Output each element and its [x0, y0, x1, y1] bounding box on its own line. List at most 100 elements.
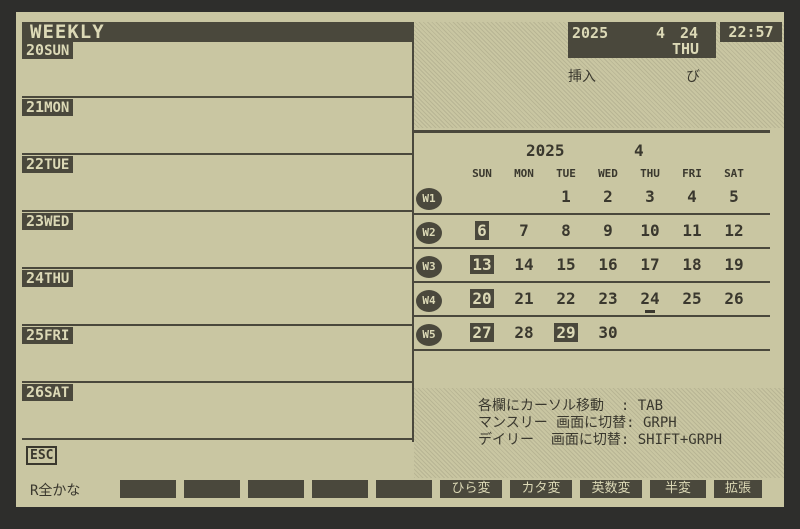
- day-label: 21MON: [22, 99, 74, 116]
- calendar-day-number: 1: [561, 187, 571, 206]
- week-separator: [414, 247, 770, 249]
- function-key-9[interactable]: 半変: [650, 480, 706, 498]
- week-separator: [414, 349, 770, 351]
- week-badge[interactable]: W3: [416, 256, 442, 278]
- calendar-day[interactable]: 5: [714, 187, 754, 207]
- calendar-day-number: 28: [514, 323, 534, 342]
- function-key-6[interactable]: ひら変: [440, 480, 502, 498]
- day-number: 23: [26, 212, 45, 230]
- day-of-week: SAT: [44, 385, 70, 401]
- calendar-day[interactable]: 30: [588, 323, 628, 343]
- calendar-day-number: 9: [603, 221, 613, 240]
- week-badge[interactable]: W4: [416, 290, 442, 312]
- calendar-day-number: 6: [475, 221, 489, 240]
- day-number: 26: [26, 383, 45, 401]
- day-row-wed[interactable]: 23WED: [22, 213, 412, 269]
- week-badge[interactable]: W5: [416, 324, 442, 346]
- calendar-day[interactable]: 16: [588, 255, 628, 275]
- calendar-day[interactable]: 10: [630, 221, 670, 241]
- calendar-day[interactable]: 26: [714, 289, 754, 309]
- calendar-day[interactable]: 8: [546, 221, 586, 241]
- function-key-10[interactable]: 拡張: [714, 480, 762, 498]
- day-row-sun[interactable]: 20SUN: [22, 42, 412, 98]
- day-number: 22: [26, 155, 45, 173]
- calendar-day[interactable]: 9: [588, 221, 628, 241]
- calendar-day-number: 14: [514, 255, 534, 274]
- calendar-day-number: 27: [470, 323, 494, 342]
- monthly-calendar: 2025 4 SUN MON TUE WED THU FRI SAT W1 1 2 3 4 5 W2 6 7 8…: [414, 130, 770, 391]
- weekday-header-sun: SUN: [472, 167, 492, 180]
- calendar-day[interactable]: 27: [462, 323, 502, 343]
- week-badge[interactable]: W1: [416, 188, 442, 210]
- function-key-3[interactable]: [248, 480, 304, 498]
- calendar-day-number: 20: [470, 289, 494, 308]
- function-key-5[interactable]: [376, 480, 432, 498]
- calendar-month: 4: [634, 141, 644, 160]
- calendar-day-number: 12: [724, 221, 744, 240]
- day-row-tue[interactable]: 22TUE: [22, 156, 412, 212]
- calendar-day[interactable]: 17: [630, 255, 670, 275]
- calendar-day[interactable]: 23: [588, 289, 628, 309]
- input-mode-label: R全かな: [30, 483, 81, 499]
- calendar-day[interactable]: 13: [462, 255, 502, 275]
- function-key-4[interactable]: [312, 480, 368, 498]
- calendar-day[interactable]: 3: [630, 187, 670, 207]
- current-date: 2025 4 24 THU: [568, 22, 716, 58]
- input-mode-indicator: び: [686, 69, 700, 85]
- calendar-day[interactable]: 22: [546, 289, 586, 309]
- current-month: 4: [656, 24, 666, 42]
- calendar-day[interactable]: 19: [714, 255, 754, 275]
- calendar-day-number: 19: [724, 255, 744, 274]
- calendar-day[interactable]: 21: [504, 289, 544, 309]
- day-row-fri[interactable]: 25FRI: [22, 327, 412, 383]
- help-line-tab: 各欄にカーソル移動 : TAB: [478, 398, 664, 414]
- calendar-day-number: 15: [556, 255, 576, 274]
- day-label: 25FRI: [22, 327, 74, 344]
- weekday-header-mon: MON: [514, 167, 534, 180]
- calendar-day[interactable]: 1: [546, 187, 586, 207]
- calendar-day[interactable]: 12: [714, 221, 754, 241]
- calendar-day[interactable]: 11: [672, 221, 712, 241]
- calendar-day[interactable]: 29: [546, 323, 586, 343]
- calendar-day[interactable]: 15: [546, 255, 586, 275]
- calendar-day-number: 23: [598, 289, 618, 308]
- day-of-week: THU: [44, 271, 70, 287]
- esc-button[interactable]: ESC: [26, 446, 58, 465]
- function-key-7[interactable]: カタ変: [510, 480, 572, 498]
- calendar-day-number: 11: [682, 221, 702, 240]
- calendar-day-number: 24: [640, 289, 660, 308]
- function-key-8[interactable]: 英数変: [580, 480, 642, 498]
- calendar-day[interactable]: 14: [504, 255, 544, 275]
- function-key-2[interactable]: [184, 480, 240, 498]
- function-key-1[interactable]: [120, 480, 176, 498]
- calendar-day[interactable]: 25: [672, 289, 712, 309]
- calendar-day[interactable]: 18: [672, 255, 712, 275]
- today-marker: [645, 310, 655, 313]
- day-row-thu[interactable]: 24THU: [22, 270, 412, 326]
- lcd-screen: WEEKLY 20SUN 21MON 22TUE 23WED 24THU 25FRI 26S…: [16, 12, 784, 507]
- calendar-day[interactable]: 28: [504, 323, 544, 343]
- calendar-day[interactable]: 2: [588, 187, 628, 207]
- help-line-monthly: マンスリー 画面に切替: GRPH: [478, 415, 677, 431]
- calendar-day[interactable]: 20: [462, 289, 502, 309]
- day-of-week: FRI: [44, 328, 70, 344]
- help-line-daily: デイリー 画面に切替: SHIFT+GRPH: [478, 432, 723, 448]
- day-of-week: SUN: [44, 43, 70, 59]
- calendar-day-number: 30: [598, 323, 618, 342]
- day-of-week: TUE: [44, 157, 70, 173]
- calendar-day[interactable]: 7: [504, 221, 544, 241]
- calendar-day-number: 13: [470, 255, 494, 274]
- calendar-day[interactable]: 6: [462, 221, 502, 241]
- day-row-mon[interactable]: 21MON: [22, 99, 412, 155]
- week-badge[interactable]: W2: [416, 222, 442, 244]
- current-year: 2025: [572, 24, 609, 42]
- weekday-header-thu: THU: [640, 167, 660, 180]
- help-text: 各欄にカーソル移動 : TAB マンスリー 画面に切替: GRPH デイリー 画面に…: [478, 398, 772, 449]
- calendar-day[interactable]: 4: [672, 187, 712, 207]
- insert-mode-label: 挿入: [568, 69, 596, 85]
- day-label: 20SUN: [22, 42, 74, 59]
- day-label: 24THU: [22, 270, 74, 287]
- calendar-day[interactable]: 24: [630, 289, 670, 309]
- day-label: 23WED: [22, 212, 74, 230]
- day-row-sat[interactable]: 26SAT: [22, 384, 412, 440]
